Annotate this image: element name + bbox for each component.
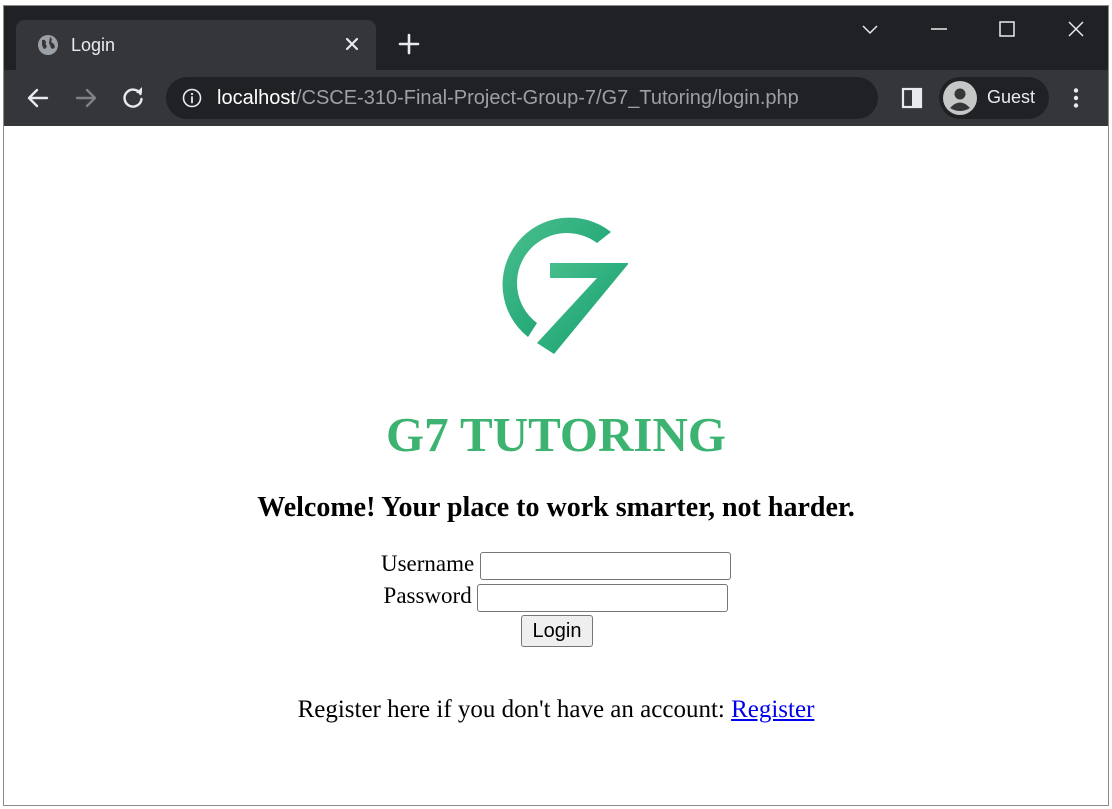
page-content: G7 TUTORING Welcome! Your place to work …: [4, 126, 1108, 805]
address-bar[interactable]: localhost/CSCE-310-Final-Project-Group-7…: [166, 77, 878, 119]
tab-title: Login: [71, 35, 116, 55]
minimize-icon[interactable]: [928, 18, 950, 40]
browser-toolbar: localhost/CSCE-310-Final-Project-Group-7…: [4, 70, 1108, 126]
register-prompt-row: Register here if you don't have an accou…: [4, 696, 1108, 724]
register-link[interactable]: Register: [731, 696, 814, 723]
g7-logo: [502, 217, 628, 354]
new-tab-icon[interactable]: [397, 32, 421, 56]
password-row: Password: [4, 583, 1108, 612]
site-info-icon[interactable]: [182, 88, 202, 108]
profile-label: Guest: [987, 87, 1036, 107]
close-window-icon[interactable]: [1065, 18, 1087, 40]
register-prompt: Register here if you don't have an accou…: [297, 696, 732, 723]
profile-button[interactable]: Guest: [939, 77, 1049, 119]
username-label: Username: [381, 551, 475, 576]
more-menu-icon[interactable]: [1064, 86, 1088, 110]
browser-tab[interactable]: Login: [16, 20, 376, 70]
username-input[interactable]: [480, 551, 731, 580]
url-path: /CSCE-310-Final-Project-Group-7/G7_Tutor…: [295, 87, 799, 109]
side-panel-icon[interactable]: [900, 86, 924, 110]
browser-window: Login localhost/CSCE-310-Final-Project-G…: [3, 5, 1109, 806]
back-arrow-icon[interactable]: [24, 84, 52, 112]
url-host: localhost: [217, 87, 296, 109]
url-text: localhost/CSCE-310-Final-Project-Group-7…: [217, 87, 799, 110]
avatar-icon: [943, 81, 977, 115]
reload-icon[interactable]: [119, 84, 147, 112]
tab-search-chevron-icon[interactable]: [859, 18, 881, 40]
maximize-icon[interactable]: [996, 18, 1018, 40]
globe-icon: [38, 35, 58, 55]
login-button[interactable]: Login: [521, 615, 593, 647]
welcome-heading: Welcome! Your place to work smarter, not…: [257, 492, 855, 523]
password-label: Password: [383, 583, 472, 608]
close-tab-icon[interactable]: [340, 32, 364, 56]
username-row: Username: [4, 551, 1108, 580]
brand-title: G7 TUTORING: [386, 407, 726, 462]
password-input[interactable]: [477, 583, 729, 612]
forward-arrow-icon[interactable]: [72, 84, 100, 112]
title-bar: Login: [4, 6, 1108, 70]
